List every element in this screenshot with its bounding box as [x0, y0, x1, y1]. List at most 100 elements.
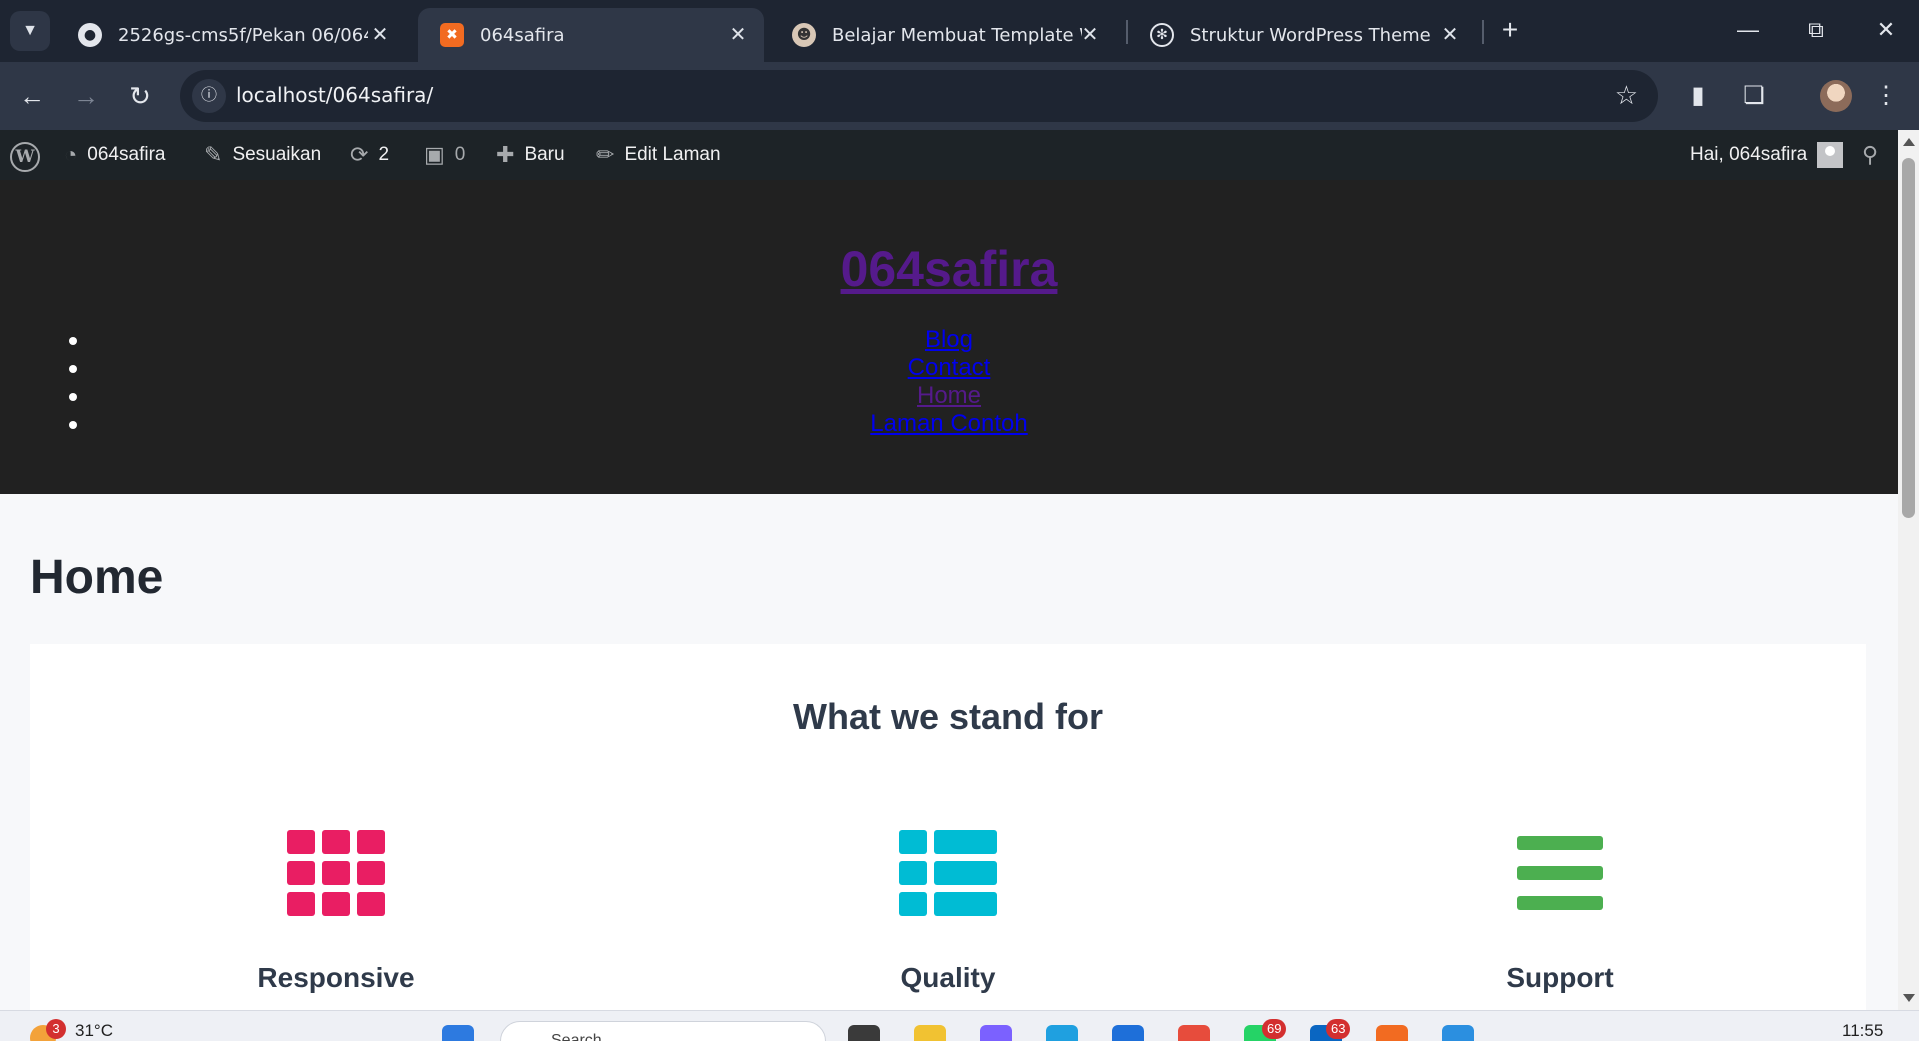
primary-menu: Blog Contact Home Laman Contoh: [0, 326, 1898, 438]
chatgpt-icon: ✻: [1150, 23, 1174, 47]
close-tab-icon[interactable]: ✕: [1078, 22, 1102, 46]
site-favicon: ☻: [792, 23, 816, 47]
page-scrollbar[interactable]: [1898, 130, 1919, 1010]
feature-label: Support: [1506, 962, 1614, 993]
taskbar-search-placeholder: Search: [551, 1032, 602, 1041]
tab-title: 2526gs-cms5f/Pekan 06/064_S/: [118, 24, 368, 46]
admin-search[interactable]: ⚲: [1862, 130, 1878, 180]
back-button[interactable]: ←: [14, 78, 50, 114]
admin-site-name-label: 064safira: [87, 144, 166, 165]
mail-badge: 63: [1326, 1019, 1351, 1039]
browser-tab-active[interactable]: ✖ 064safira ✕: [418, 8, 764, 62]
vscode-icon[interactable]: [1442, 1025, 1474, 1041]
feature-quality: Quality: [642, 830, 1254, 994]
admin-edit-page[interactable]: ✏ Edit Laman: [596, 130, 721, 180]
site-title: 064safira: [0, 240, 1898, 298]
admin-edit-page-label: Edit Laman: [624, 144, 721, 165]
plus-icon: ✚: [496, 142, 515, 167]
github-icon: ●: [78, 23, 102, 47]
admin-updates[interactable]: ⟳ 2: [350, 130, 389, 180]
xampp-taskbar-icon[interactable]: [1376, 1025, 1408, 1041]
menu-item-blog: Blog: [0, 326, 1898, 354]
menu-link-laman-contoh[interactable]: Laman Contoh: [870, 410, 1027, 437]
file-explorer-icon[interactable]: [914, 1025, 946, 1041]
updates-icon: ⟳: [350, 142, 369, 167]
menu-link-blog[interactable]: Blog: [925, 326, 973, 353]
address-bar[interactable]: ⓘ localhost/064safira/ ☆: [180, 70, 1658, 122]
tab-title: 064safira: [480, 24, 565, 46]
taskbar-search[interactable]: Search: [500, 1021, 826, 1041]
feature-label: Quality: [900, 962, 996, 993]
scrollbar-thumb[interactable]: [1902, 158, 1915, 518]
chrome-icon[interactable]: [1178, 1025, 1210, 1041]
features-card: What we stand for Responsive Quality Sup…: [30, 644, 1866, 1010]
extensions-icon[interactable]: ❏: [1736, 78, 1772, 114]
wp-admin-bar: W ◔ 064safira ✎ Sesuaikan ⟳ 2 ▣ 0 ✚ Baru…: [0, 130, 1898, 180]
profile-avatar[interactable]: [1820, 80, 1852, 112]
menu-link-contact[interactable]: Contact: [908, 354, 991, 381]
feature-support: Support: [1254, 830, 1866, 994]
scroll-up-arrow-icon[interactable]: [1903, 138, 1915, 146]
new-tab-button[interactable]: +: [1495, 14, 1525, 48]
tab-title: Belajar Membuat Template Wor: [832, 24, 1082, 46]
task-view-icon[interactable]: [848, 1025, 880, 1041]
browser-toolbar: ← → ↻ ⓘ localhost/064safira/ ☆ ▮ ❏ ⋮: [0, 62, 1919, 130]
brush-icon: ✎: [204, 142, 223, 167]
store-icon[interactable]: [1112, 1025, 1144, 1041]
minimize-button[interactable]: —: [1726, 10, 1770, 50]
menu-item-home: Home: [0, 382, 1898, 410]
menu-dots-icon[interactable]: ⋮: [1868, 78, 1904, 114]
tab-title: Struktur WordPress Theme: [1190, 24, 1431, 46]
close-tab-icon[interactable]: ✕: [726, 22, 750, 46]
grid-icon: [287, 830, 385, 916]
whatsapp-badge: 69: [1262, 1019, 1287, 1039]
admin-new-label: Baru: [524, 144, 565, 165]
tab-search-button[interactable]: ▼: [10, 11, 50, 51]
copilot-icon[interactable]: [980, 1025, 1012, 1041]
comment-icon: ▣: [424, 142, 445, 167]
chevron-down-icon: ▼: [22, 22, 38, 39]
temperature[interactable]: 31°C: [75, 1021, 113, 1041]
bookmark-star-icon[interactable]: ☆: [1615, 80, 1638, 111]
site-header: 064safira Blog Contact Home Laman Contoh: [0, 180, 1898, 494]
admin-customize-label: Sesuaikan: [232, 144, 322, 165]
close-window-button[interactable]: ✕: [1864, 10, 1908, 50]
windows-start-icon[interactable]: [442, 1025, 474, 1041]
page-title: Home: [30, 551, 164, 604]
reading-list-icon[interactable]: ▮: [1680, 78, 1716, 114]
reload-button[interactable]: ↻: [122, 78, 158, 114]
admin-comments[interactable]: ▣ 0: [424, 130, 465, 180]
browser-tab-strip: ▼ ● 2526gs-cms5f/Pekan 06/064_S/ ✕ ✖ 064…: [0, 0, 1919, 62]
feature-label: Responsive: [257, 962, 415, 993]
close-tab-icon[interactable]: ✕: [368, 22, 392, 46]
admin-customize[interactable]: ✎ Sesuaikan: [204, 130, 321, 180]
menu-item-laman-contoh: Laman Contoh: [0, 410, 1898, 438]
admin-account[interactable]: Hai, 064safira: [1690, 130, 1844, 180]
wordpress-logo-icon[interactable]: W: [10, 142, 40, 172]
site-info-icon[interactable]: ⓘ: [192, 79, 226, 113]
edge-icon[interactable]: [1046, 1025, 1078, 1041]
weather-badge: 3: [46, 1019, 66, 1039]
browser-tab-github[interactable]: ● 2526gs-cms5f/Pekan 06/064_S/ ✕: [56, 8, 406, 62]
menu-link-home[interactable]: Home: [917, 382, 981, 409]
scroll-down-arrow-icon[interactable]: [1903, 994, 1915, 1002]
close-tab-icon[interactable]: ✕: [1438, 22, 1462, 46]
windows-taskbar: 3 31°C Search 69 63 11:55: [0, 1010, 1919, 1041]
section-title: What we stand for: [792, 696, 1103, 737]
menu-bars-icon: [1517, 836, 1603, 910]
tab-separator: [1482, 20, 1484, 44]
dashboard-icon: ◔: [64, 142, 78, 167]
forward-button[interactable]: →: [68, 78, 104, 114]
browser-tab-belajar[interactable]: ☻ Belajar Membuat Template Wor ✕: [770, 8, 1116, 62]
admin-greeting: Hai, 064safira: [1690, 144, 1808, 165]
admin-new[interactable]: ✚ Baru: [496, 130, 565, 180]
browser-tab-struktur[interactable]: ✻ Struktur WordPress Theme ✕: [1128, 8, 1476, 62]
url-text[interactable]: localhost/064safira/: [236, 83, 433, 107]
taskbar-clock[interactable]: 11:55: [1842, 1021, 1883, 1041]
xampp-icon: ✖: [440, 23, 464, 47]
user-avatar-icon: [1817, 142, 1844, 168]
admin-site-name[interactable]: ◔ 064safira: [64, 130, 165, 180]
site-title-link[interactable]: 064safira: [841, 241, 1058, 297]
page-content: Home What we stand for Responsive Qualit…: [0, 494, 1898, 1010]
restore-button[interactable]: ⧉: [1794, 10, 1838, 50]
